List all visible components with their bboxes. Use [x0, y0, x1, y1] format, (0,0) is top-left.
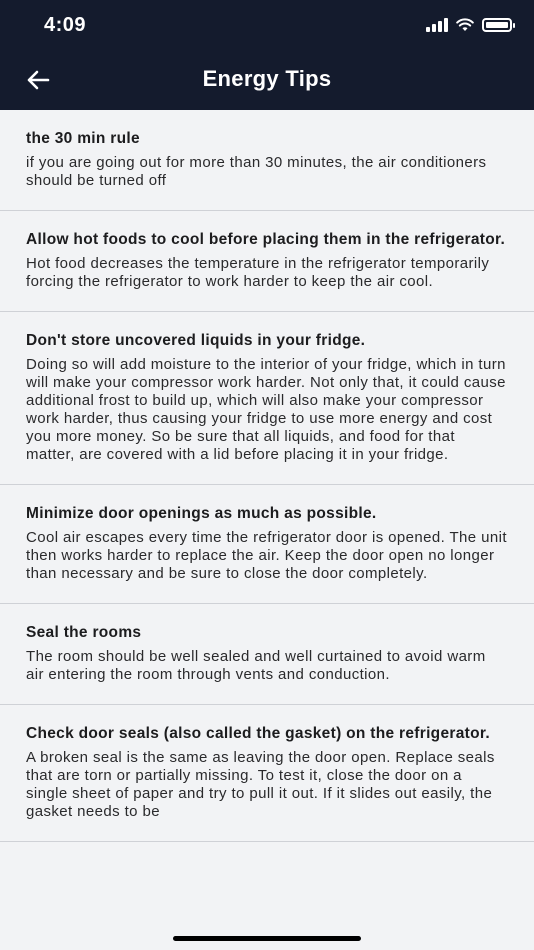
tip-title: Seal the rooms	[26, 624, 142, 641]
tip-body: Doing so will add moisture to the interi…	[26, 356, 506, 463]
tip-body: if you are going out for more than 30 mi…	[26, 154, 487, 189]
page-title: Energy Tips	[202, 66, 332, 91]
tip-title: Minimize door openings as much as possib…	[26, 505, 377, 522]
tip-title: Allow hot foods to cool before placing t…	[26, 231, 506, 248]
tip-title: Don't store uncovered liquids in your fr…	[26, 332, 366, 349]
tip-item[interactable]: Check door seals (also called the gasket…	[0, 705, 534, 842]
tip-title: Check door seals (also called the gasket…	[26, 725, 490, 742]
wifi-icon	[456, 18, 474, 31]
cellular-signal-icon	[426, 18, 448, 32]
tip-body: The room should be well sealed and well …	[26, 648, 486, 683]
tip-body: Cool air escapes every time the refriger…	[26, 529, 507, 582]
tip-item[interactable]: Allow hot foods to cool before placing t…	[0, 211, 534, 312]
battery-icon	[482, 18, 515, 32]
tip-item[interactable]: Minimize door openings as much as possib…	[0, 485, 534, 604]
tip-item[interactable]: the 30 min rule if you are going out for…	[0, 110, 534, 211]
tip-body: A broken seal is the same as leaving the…	[26, 749, 495, 820]
tips-list: the 30 min rule if you are going out for…	[0, 110, 534, 842]
tip-item[interactable]: Don't store uncovered liquids in your fr…	[0, 312, 534, 485]
home-indicator[interactable]	[173, 936, 361, 941]
status-time: 4:09	[44, 14, 87, 36]
status-icons	[426, 18, 515, 32]
tip-body: Hot food decreases the temperature in th…	[26, 255, 490, 290]
tip-title: the 30 min rule	[26, 130, 140, 147]
app-header: 4:09 Energy Tips	[0, 0, 534, 110]
tip-item[interactable]: Seal the rooms The room should be well s…	[0, 604, 534, 705]
